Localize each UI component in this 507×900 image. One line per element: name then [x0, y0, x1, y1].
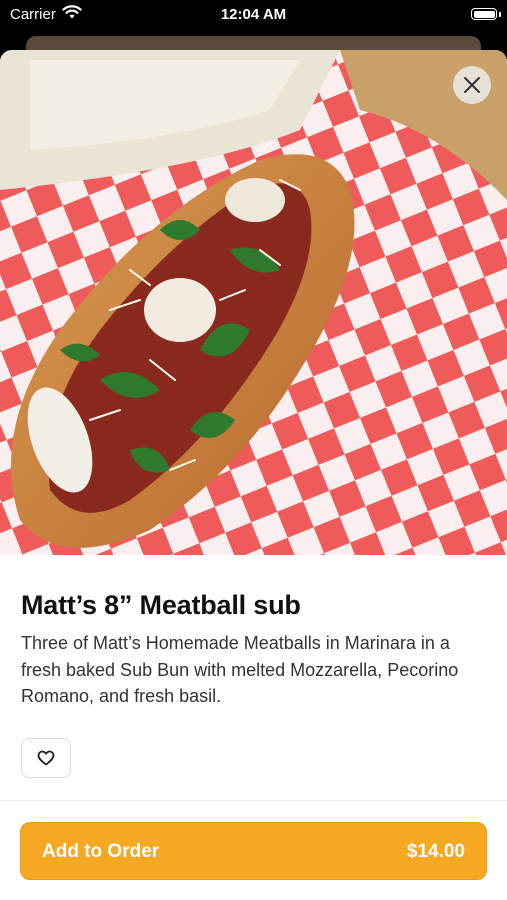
battery-tip: [499, 12, 501, 17]
close-icon: [464, 77, 480, 93]
item-price: $14.00: [406, 841, 465, 862]
divider: [0, 800, 507, 801]
close-button[interactable]: [453, 66, 491, 104]
heart-outline-icon: [37, 750, 55, 766]
add-to-order-label: Add to Order: [42, 841, 160, 862]
status-bar: Carrier 12:04 AM: [0, 0, 507, 30]
item-description: Three of Matt’s Homemade Meatballs in Ma…: [21, 633, 459, 706]
item-detail-sheet: Matt’s 8” Meatball sub Three of Matt’s H…: [0, 50, 507, 900]
favorite-button[interactable]: [21, 738, 71, 778]
item-title: Matt’s 8” Meatball sub: [21, 590, 301, 620]
item-photo: [0, 50, 507, 555]
battery-icon: [471, 8, 497, 20]
add-to-order-button[interactable]: Add to Order $14.00: [20, 822, 487, 880]
clock: 12:04 AM: [220, 6, 287, 23]
